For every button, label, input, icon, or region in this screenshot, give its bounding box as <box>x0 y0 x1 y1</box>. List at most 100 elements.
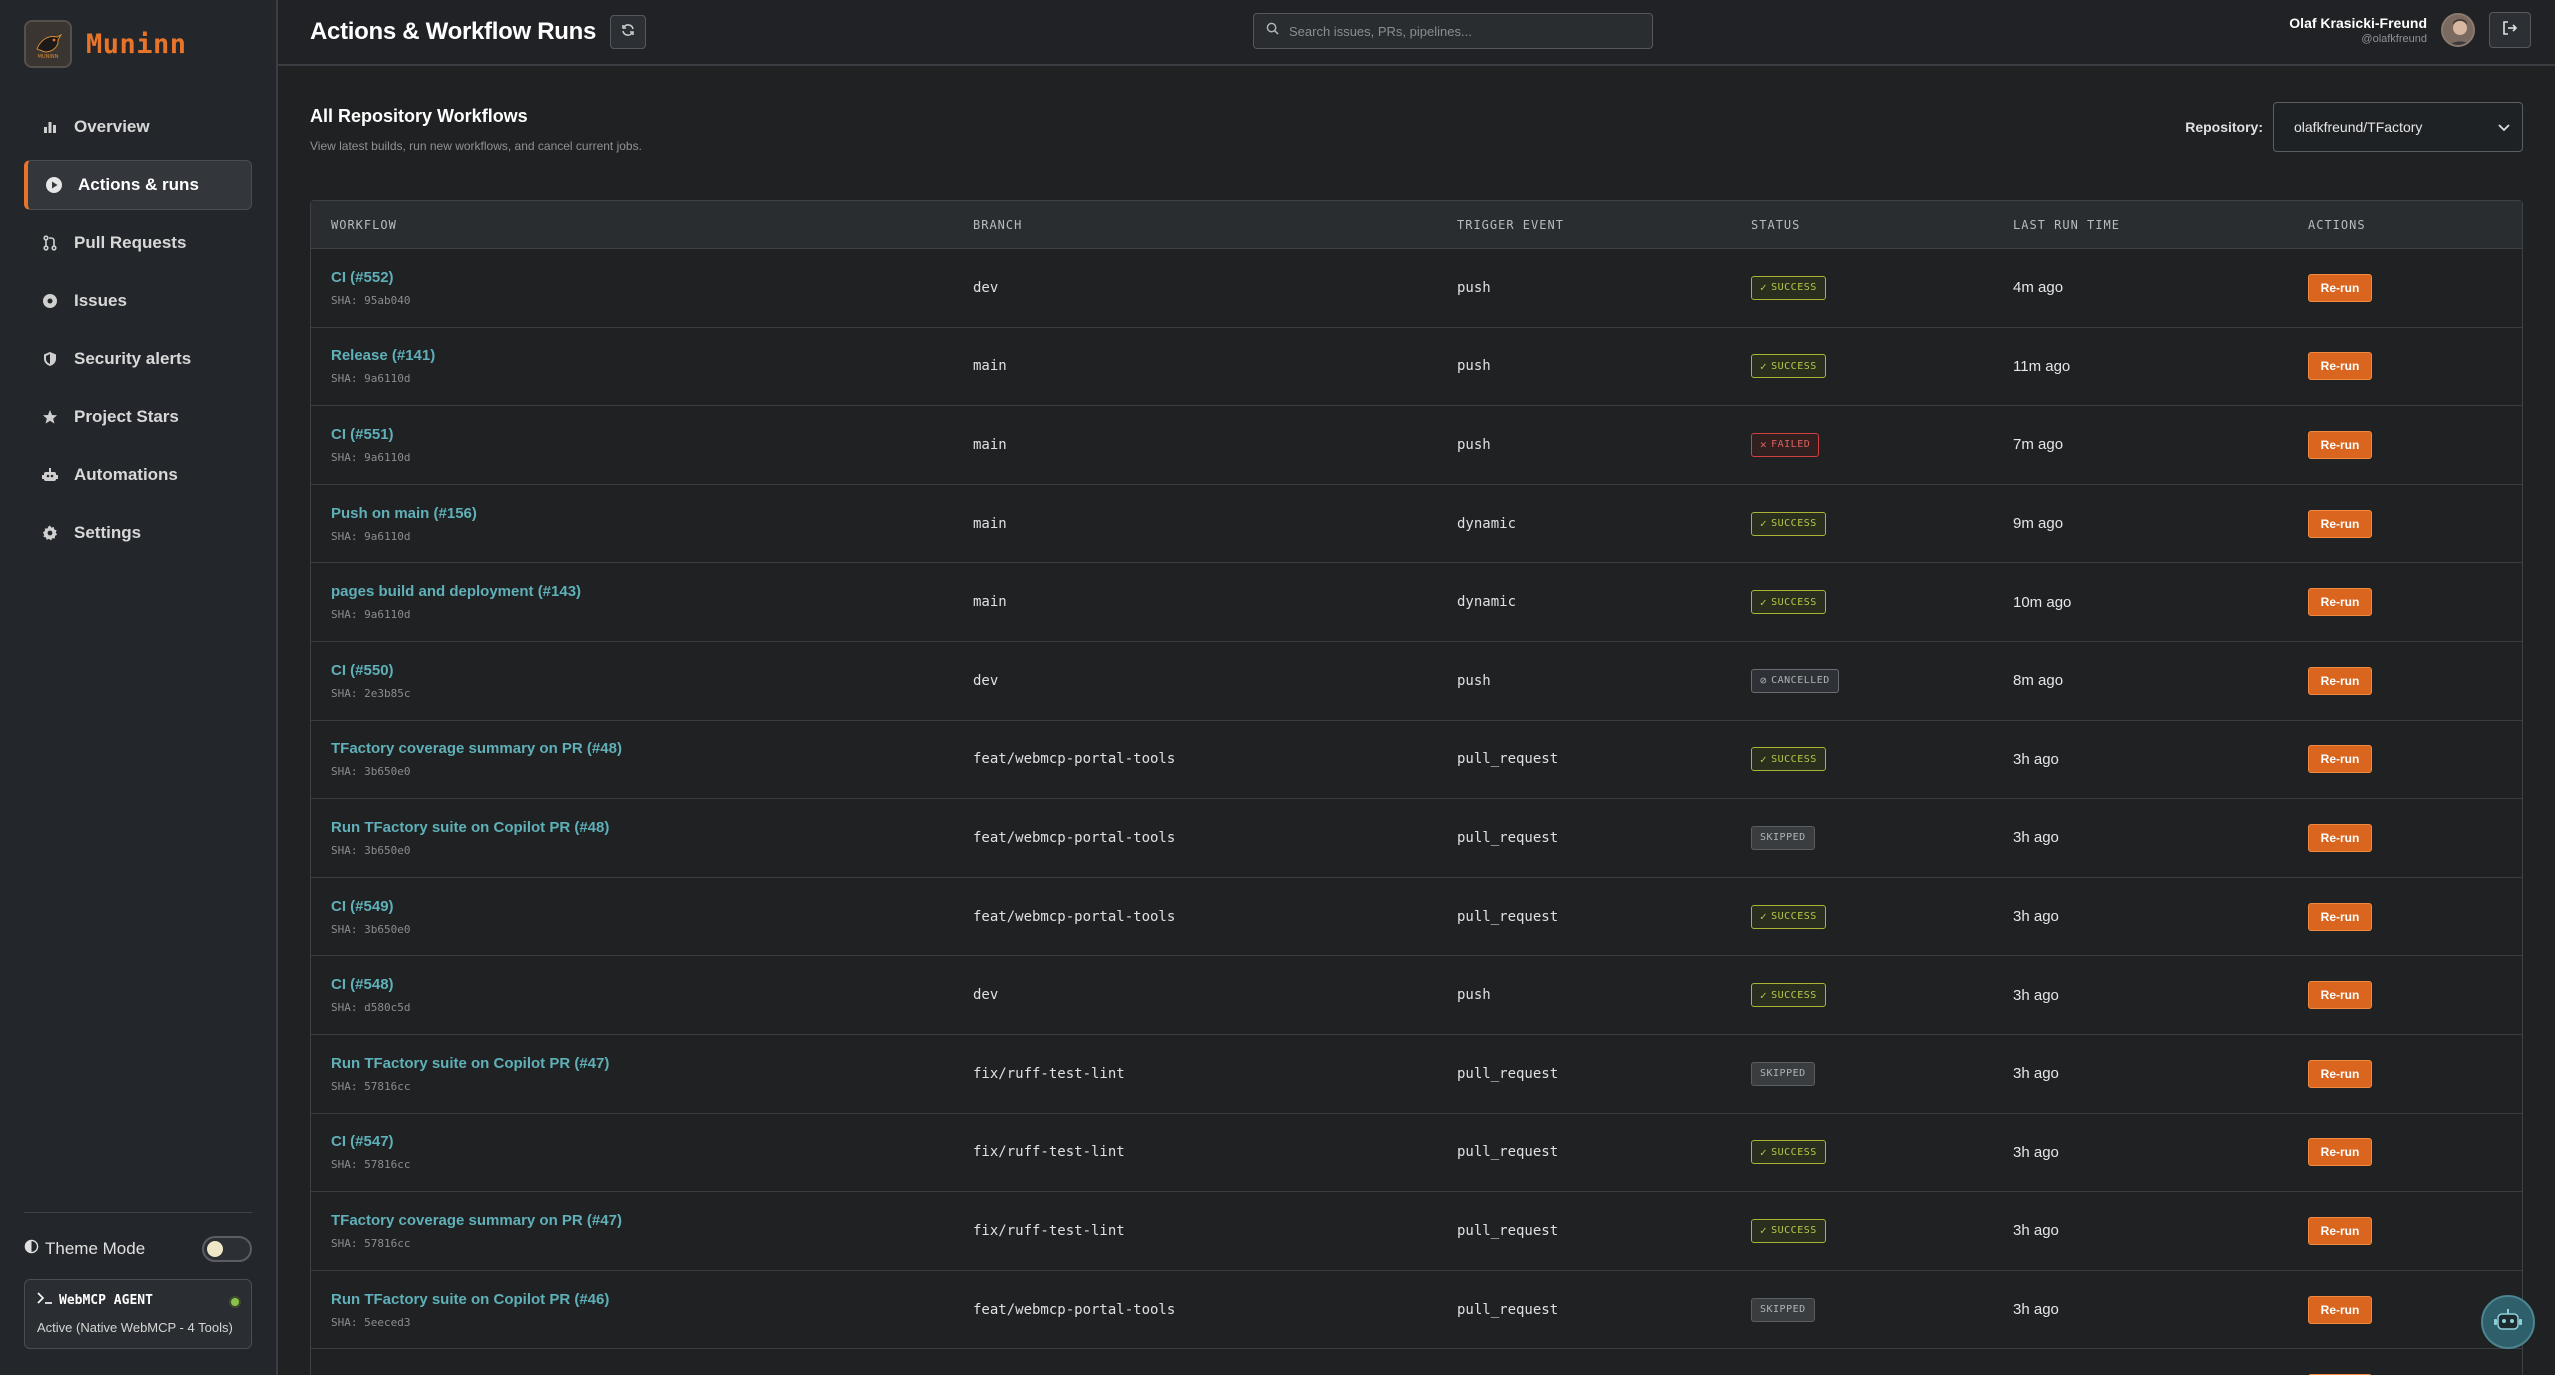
user-name: Olaf Krasicki-Freund <box>2289 15 2427 31</box>
last-run-cell: 10m ago <box>2013 593 2072 611</box>
workflow-link[interactable]: TFactory coverage summary on PR (#47) <box>331 1212 973 1229</box>
commit-sha: SHA: 3b650e0 <box>331 765 411 779</box>
theme-toggle[interactable] <box>202 1236 252 1262</box>
rerun-button[interactable]: Re-run <box>2308 588 2372 617</box>
commit-sha: SHA: 9a6110d <box>331 372 411 386</box>
status-badge: SKIPPED <box>1751 825 1815 850</box>
status-cell: SKIPPED <box>1751 1297 2013 1322</box>
rerun-button[interactable]: Re-run <box>2308 1216 2372 1245</box>
actions-cell: Re-run <box>2308 588 2522 617</box>
chevron-down-icon <box>2498 119 2510 135</box>
workflow-link[interactable]: Run TFactory suite on Copilot PR (#47) <box>331 1055 973 1072</box>
check-icon: ✓ <box>1760 988 1768 1002</box>
sidebar-footer: Theme Mode WebMCP AGENT Active (Native W… <box>24 1212 252 1349</box>
check-icon: ✓ <box>1760 359 1768 373</box>
sidebar-item-label: Automations <box>74 465 178 484</box>
commit-sha: SHA: 95ab040 <box>331 293 411 307</box>
status-text: SUCCESS <box>1771 360 1817 372</box>
workflow-link[interactable]: CI (#548) <box>331 976 973 993</box>
rerun-button[interactable]: Re-run <box>2308 430 2372 459</box>
status-badge: ✕ FAILED <box>1751 432 1820 457</box>
status-text: SUCCESS <box>1771 282 1817 294</box>
rerun-button[interactable]: Re-run <box>2308 666 2372 695</box>
workflow-link[interactable]: CI (#549) <box>331 898 973 915</box>
search-icon <box>1266 22 1279 40</box>
table-row: CI (#548) SHA: d580c5d dev push ✓ SUCCESS 3h a… <box>311 956 2522 1035</box>
search-input[interactable] <box>1289 23 1629 39</box>
commit-sha: SHA: 9a6110d <box>331 529 411 543</box>
table-row: Push on main (#156) SHA: 9a6110d main dynam… <box>311 485 2522 564</box>
sidebar-item-security-alerts[interactable]: Security alerts <box>24 334 252 384</box>
table-row: CI (#550) SHA: 2e3b85c dev push ⊘ CANCELLED 8m… <box>311 642 2522 721</box>
user-info: Olaf Krasicki-Freund @olafkfreund <box>2289 15 2427 45</box>
trigger-cell: pull_request <box>1457 1065 1559 1082</box>
rerun-button[interactable]: Re-run <box>2308 902 2372 931</box>
sidebar-item-project-stars[interactable]: Project Stars <box>24 392 252 442</box>
sidebar-item-label: Security alerts <box>74 349 192 368</box>
column-header: LAST RUN TIME <box>2013 217 2120 232</box>
status-text: SUCCESS <box>1771 911 1817 923</box>
rerun-button[interactable]: Re-run <box>2308 1295 2372 1324</box>
page-title: Actions & Workflow Runs <box>310 18 596 45</box>
rerun-button[interactable]: Re-run <box>2308 823 2372 852</box>
workflow-link[interactable]: CI (#550) <box>331 662 973 679</box>
actions-cell: Re-run <box>2308 902 2522 931</box>
workflow-link[interactable]: Release (#141) <box>331 347 973 364</box>
refresh-button[interactable] <box>610 15 646 49</box>
status-text: SKIPPED <box>1760 1304 1806 1316</box>
branch-cell: feat/webmcp-portal-tools <box>973 908 1176 925</box>
workflow-cell: Run TFactory suite on Copilot PR (#46) SH… <box>311 1291 973 1329</box>
status-text: SKIPPED <box>1760 1068 1806 1080</box>
workflow-link[interactable]: CI (#551) <box>331 426 973 443</box>
status-cell: ✓ SUCCESS <box>1751 747 2013 772</box>
sidebar-item-pull-requests[interactable]: Pull Requests <box>24 218 252 268</box>
actions-cell: Re-run <box>2308 352 2522 381</box>
rerun-button[interactable]: Re-run <box>2308 273 2372 302</box>
workflow-cell: CI (#550) SHA: 2e3b85c <box>311 662 973 700</box>
sidebar-item-issues[interactable]: Issues <box>24 276 252 326</box>
workflow-link[interactable]: CI (#547) <box>331 1133 973 1150</box>
actions-cell: Re-run <box>2308 430 2522 459</box>
bar-chart-icon <box>40 117 60 137</box>
sidebar-item-automations[interactable]: Automations <box>24 450 252 500</box>
branch-cell: dev <box>973 987 999 1004</box>
workflow-link[interactable]: Push on main (#156) <box>331 505 973 522</box>
status-cell: ✓ SUCCESS <box>1751 983 2013 1008</box>
rerun-button[interactable]: Re-run <box>2308 1138 2372 1167</box>
brand[interactable]: MUNINN Muninn <box>0 0 276 88</box>
repository-select[interactable]: olafkfreund/TFactory <box>2273 102 2523 152</box>
actions-cell: Re-run <box>2308 823 2522 852</box>
workflow-link[interactable]: TFactory coverage summary on PR (#48) <box>331 740 973 757</box>
last-run-cell: 7m ago <box>2013 436 2064 454</box>
assistant-bot-button[interactable] <box>2481 1295 2535 1349</box>
sidebar-item-overview[interactable]: Overview <box>24 102 252 152</box>
table-row: CI (#552) SHA: 95ab040 dev push ✓ SUCCESS 4m a… <box>311 249 2522 328</box>
trigger-cell: pull_request <box>1457 1301 1559 1318</box>
avatar[interactable] <box>2441 13 2475 47</box>
sidebar-item-settings[interactable]: Settings <box>24 508 252 558</box>
main-area: Actions & Workflow Runs Olaf Krasicki-Fr… <box>278 0 2555 1375</box>
last-run-cell: 3h ago <box>2013 1301 2059 1319</box>
logout-button[interactable] <box>2489 12 2531 48</box>
workflow-link[interactable]: CI (#552) <box>331 269 973 286</box>
status-badge: ✓ SUCCESS <box>1751 1140 1826 1165</box>
workflow-link[interactable]: pages build and deployment (#143) <box>331 583 973 600</box>
branch-cell: dev <box>973 672 999 689</box>
rerun-button[interactable]: Re-run <box>2308 981 2372 1010</box>
trigger-cell: pull_request <box>1457 1144 1559 1161</box>
trigger-cell: dynamic <box>1457 594 1517 611</box>
rerun-button[interactable]: Re-run <box>2308 509 2372 538</box>
column-header: TRIGGER EVENT <box>1457 217 1564 232</box>
sidebar-item-actions-runs[interactable]: Actions & runs <box>24 160 252 210</box>
workflow-link[interactable]: Run TFactory suite on Copilot PR (#46) <box>331 1291 973 1308</box>
actions-cell: Re-run <box>2308 1216 2522 1245</box>
table-row: CI (#547) SHA: 57816cc fix/ruff-test-lint p… <box>311 1114 2522 1193</box>
brand-name: Muninn <box>86 28 187 60</box>
git-pull-request-icon <box>40 233 60 253</box>
workflow-link[interactable]: Run TFactory suite on Copilot PR (#48) <box>331 819 973 836</box>
rerun-button[interactable]: Re-run <box>2308 1059 2372 1088</box>
commit-sha: SHA: 5eeced3 <box>331 1315 411 1329</box>
half-moon-icon <box>24 1239 39 1259</box>
rerun-button[interactable]: Re-run <box>2308 745 2372 774</box>
rerun-button[interactable]: Re-run <box>2308 352 2372 381</box>
